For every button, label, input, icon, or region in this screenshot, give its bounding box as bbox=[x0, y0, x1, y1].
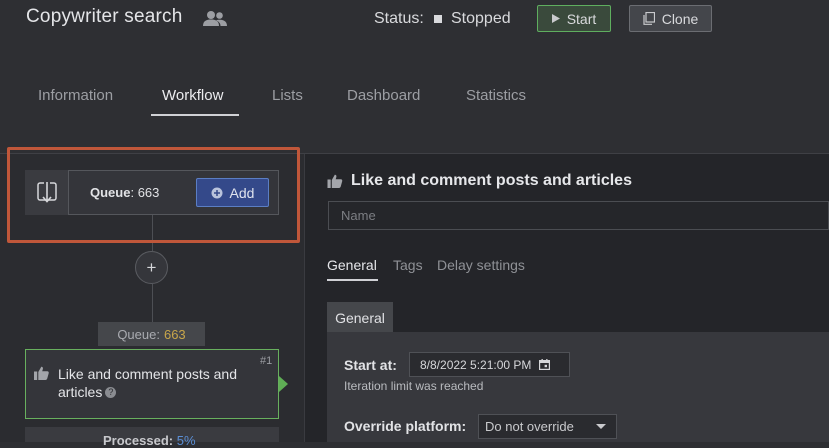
thumbs-up-icon bbox=[34, 366, 49, 380]
tab-lists[interactable]: Lists bbox=[272, 87, 303, 104]
tab-dashboard[interactable]: Dashboard bbox=[347, 87, 420, 104]
stop-icon bbox=[434, 15, 442, 23]
subtab-delay-settings[interactable]: Delay settings bbox=[437, 257, 525, 273]
clone-button-label: Clone bbox=[661, 10, 699, 27]
subtab-tags[interactable]: Tags bbox=[393, 257, 423, 273]
start-at-input[interactable]: 8/8/2022 5:21:00 PM bbox=[409, 352, 570, 377]
add-step-button[interactable]: + bbox=[135, 251, 168, 284]
name-input[interactable] bbox=[328, 201, 829, 230]
active-tab-indicator bbox=[151, 114, 239, 116]
status-label: Status: bbox=[374, 10, 424, 27]
play-icon bbox=[551, 14, 560, 23]
processed-label: Processed: 5% bbox=[103, 433, 196, 448]
start-button-label: Start bbox=[566, 10, 597, 27]
help-icon[interactable]: ? bbox=[105, 387, 117, 398]
active-node-arrow bbox=[279, 376, 288, 392]
start-button[interactable]: Start bbox=[537, 5, 611, 32]
subtab-general[interactable]: General bbox=[327, 257, 377, 273]
thumbs-up-icon bbox=[327, 174, 343, 188]
status-value: Stopped bbox=[451, 10, 511, 27]
highlight-frame bbox=[7, 147, 300, 243]
clone-button[interactable]: Clone bbox=[629, 5, 712, 32]
override-platform-label: Override platform: bbox=[344, 418, 467, 434]
queue-badge: Queue: 663 bbox=[98, 322, 205, 346]
active-subtab-indicator bbox=[327, 279, 378, 281]
tab-statistics[interactable]: Statistics bbox=[466, 87, 526, 104]
step-title: Like and comment posts and articles bbox=[351, 172, 632, 189]
chevron-down-icon bbox=[596, 424, 606, 429]
clone-icon bbox=[643, 12, 655, 25]
override-platform-value: Do not override bbox=[485, 419, 574, 434]
calendar-icon[interactable] bbox=[539, 359, 551, 370]
override-platform-select[interactable]: Do not override bbox=[478, 414, 617, 439]
action-number: #1 bbox=[260, 355, 273, 367]
users-icon[interactable] bbox=[203, 9, 227, 27]
action-node-title: Like and comment posts and articles? bbox=[58, 366, 237, 400]
start-at-label: Start at: bbox=[344, 357, 397, 373]
start-at-value: 8/8/2022 5:21:00 PM bbox=[420, 357, 532, 372]
section-tab-general[interactable]: General bbox=[327, 302, 393, 333]
workflow-connector bbox=[152, 284, 153, 322]
tab-information[interactable]: Information bbox=[38, 87, 113, 104]
iteration-message: Iteration limit was reached bbox=[344, 379, 484, 393]
tab-workflow[interactable]: Workflow bbox=[162, 87, 223, 104]
page-title: Copywriter search bbox=[26, 6, 183, 27]
